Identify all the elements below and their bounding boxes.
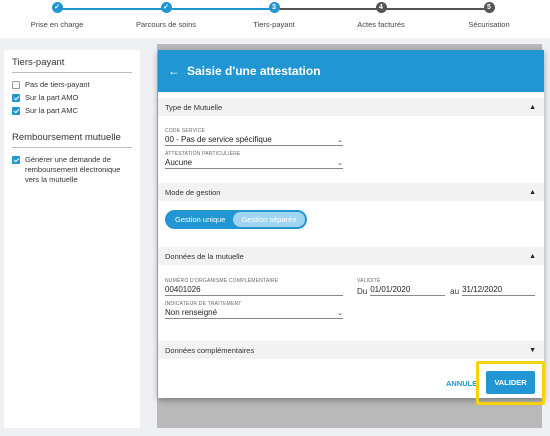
chevron-up-icon[interactable]: ▲: [529, 253, 536, 260]
step-label: Tiers-payant: [253, 20, 295, 29]
checkbox-part-amo[interactable]: Sur la part AMO: [12, 93, 132, 103]
chevron-down-icon[interactable]: ▼: [529, 347, 536, 354]
step-label: Sécurisation: [468, 20, 510, 29]
step-label: Parcours de soins: [135, 20, 197, 29]
checkbox-pas-de-tiers-payant[interactable]: Pas de tiers-payant: [12, 80, 132, 90]
au-label: au: [450, 287, 460, 296]
mode-gestion-toggle[interactable]: Gestion unique Gestion séparée: [165, 210, 307, 229]
valider-button[interactable]: VALIDER: [486, 371, 535, 394]
option-gestion-separee[interactable]: Gestion séparée: [233, 212, 305, 227]
step-label: Actes facturés: [357, 20, 405, 29]
section-type-mutuelle[interactable]: Type de Mutuelle ▲: [158, 98, 544, 116]
date-fin-field[interactable]: 31/12/2020: [462, 284, 535, 296]
numero-organisme-field[interactable]: 00401026: [165, 284, 343, 296]
section-title: Données complémentaires: [165, 345, 255, 355]
remboursement-title: Remboursement mutuelle: [12, 132, 132, 148]
annuler-button[interactable]: ANNULE: [446, 379, 477, 388]
du-label: Du: [357, 287, 368, 296]
attestation-value: Aucune: [165, 158, 193, 167]
chevron-up-icon[interactable]: ▲: [529, 104, 536, 111]
dialog-title: Saisie d'une attestation: [187, 64, 321, 78]
chevron-down-icon: ⌄: [337, 137, 343, 144]
left-panel: Tiers-payant Pas de tiers-payant Sur la …: [4, 50, 140, 428]
checkbox-checked-icon[interactable]: [12, 107, 20, 115]
section-donnees-complementaires[interactable]: Données complémentaires ▼: [158, 341, 544, 359]
chevron-down-icon: ⌄: [337, 310, 343, 317]
step-number-4: 4: [375, 2, 387, 13]
numero-organisme-value: 00401026: [165, 285, 201, 294]
checkbox-label: Sur la part AMO: [25, 93, 79, 102]
tiers-payant-title: Tiers-payant: [12, 57, 132, 73]
checkbox-label: Pas de tiers-payant: [25, 80, 90, 89]
code-service-select[interactable]: 00 - Pas de service spécifique ⌄: [165, 134, 343, 146]
section-mode-gestion[interactable]: Mode de gestion ▲: [158, 183, 544, 201]
date-fin-value: 31/12/2020: [462, 285, 503, 294]
check-icon: ✓: [160, 2, 172, 13]
arrow-left-icon[interactable]: ←: [168, 64, 180, 78]
checkbox-checked-icon[interactable]: [12, 94, 20, 102]
step-securisation[interactable]: 5 Sécurisation: [434, 2, 544, 29]
checkbox-label: Générer une demande de remboursement éle…: [25, 155, 121, 184]
checkbox-icon[interactable]: [12, 81, 20, 89]
chevron-down-icon: ⌄: [337, 160, 343, 167]
checkbox-remboursement-electronique[interactable]: Générer une demande de remboursement éle…: [12, 155, 132, 185]
checkbox-part-amc[interactable]: Sur la part AMC: [12, 106, 132, 116]
section-title: Données de la mutuelle: [165, 251, 244, 261]
section-title: Type de Mutuelle: [165, 102, 223, 112]
option-gestion-unique[interactable]: Gestion unique: [167, 212, 233, 227]
step-number-3: 3: [268, 2, 280, 13]
step-prise-en-charge[interactable]: ✓ Prise en charge: [2, 2, 112, 29]
step-label: Prise en charge: [30, 20, 84, 29]
code-service-value: 00 - Pas de service spécifique: [165, 135, 272, 144]
checkbox-label: Sur la part AMC: [25, 106, 78, 115]
date-debut-value: 01/01/2020: [370, 285, 411, 294]
step-number-5: 5: [483, 2, 495, 13]
check-icon: ✓: [51, 2, 63, 13]
indicateur-traitement-value: Non renseigné: [165, 308, 218, 317]
attestation-select[interactable]: Aucune ⌄: [165, 157, 343, 169]
section-donnees-mutuelle[interactable]: Données de la mutuelle ▲: [158, 247, 544, 265]
step-tiers-payant[interactable]: 3 Tiers-payant: [219, 2, 329, 29]
section-title: Mode de gestion: [165, 187, 221, 197]
dialog-header: ← Saisie d'une attestation: [158, 50, 544, 92]
attestation-dialog: ← Saisie d'une attestation Type de Mutue…: [158, 50, 544, 398]
progress-stepper: ✓ Prise en charge ✓ Parcours de soins 3 …: [0, 0, 550, 38]
step-parcours-de-soins[interactable]: ✓ Parcours de soins: [111, 2, 221, 29]
chevron-up-icon[interactable]: ▲: [529, 189, 536, 196]
indicateur-traitement-select[interactable]: Non renseigné ⌄: [165, 307, 343, 319]
date-debut-field[interactable]: 01/01/2020: [370, 284, 446, 296]
step-actes-factures[interactable]: 4 Actes facturés: [326, 2, 436, 29]
checkbox-checked-icon[interactable]: [12, 156, 20, 164]
